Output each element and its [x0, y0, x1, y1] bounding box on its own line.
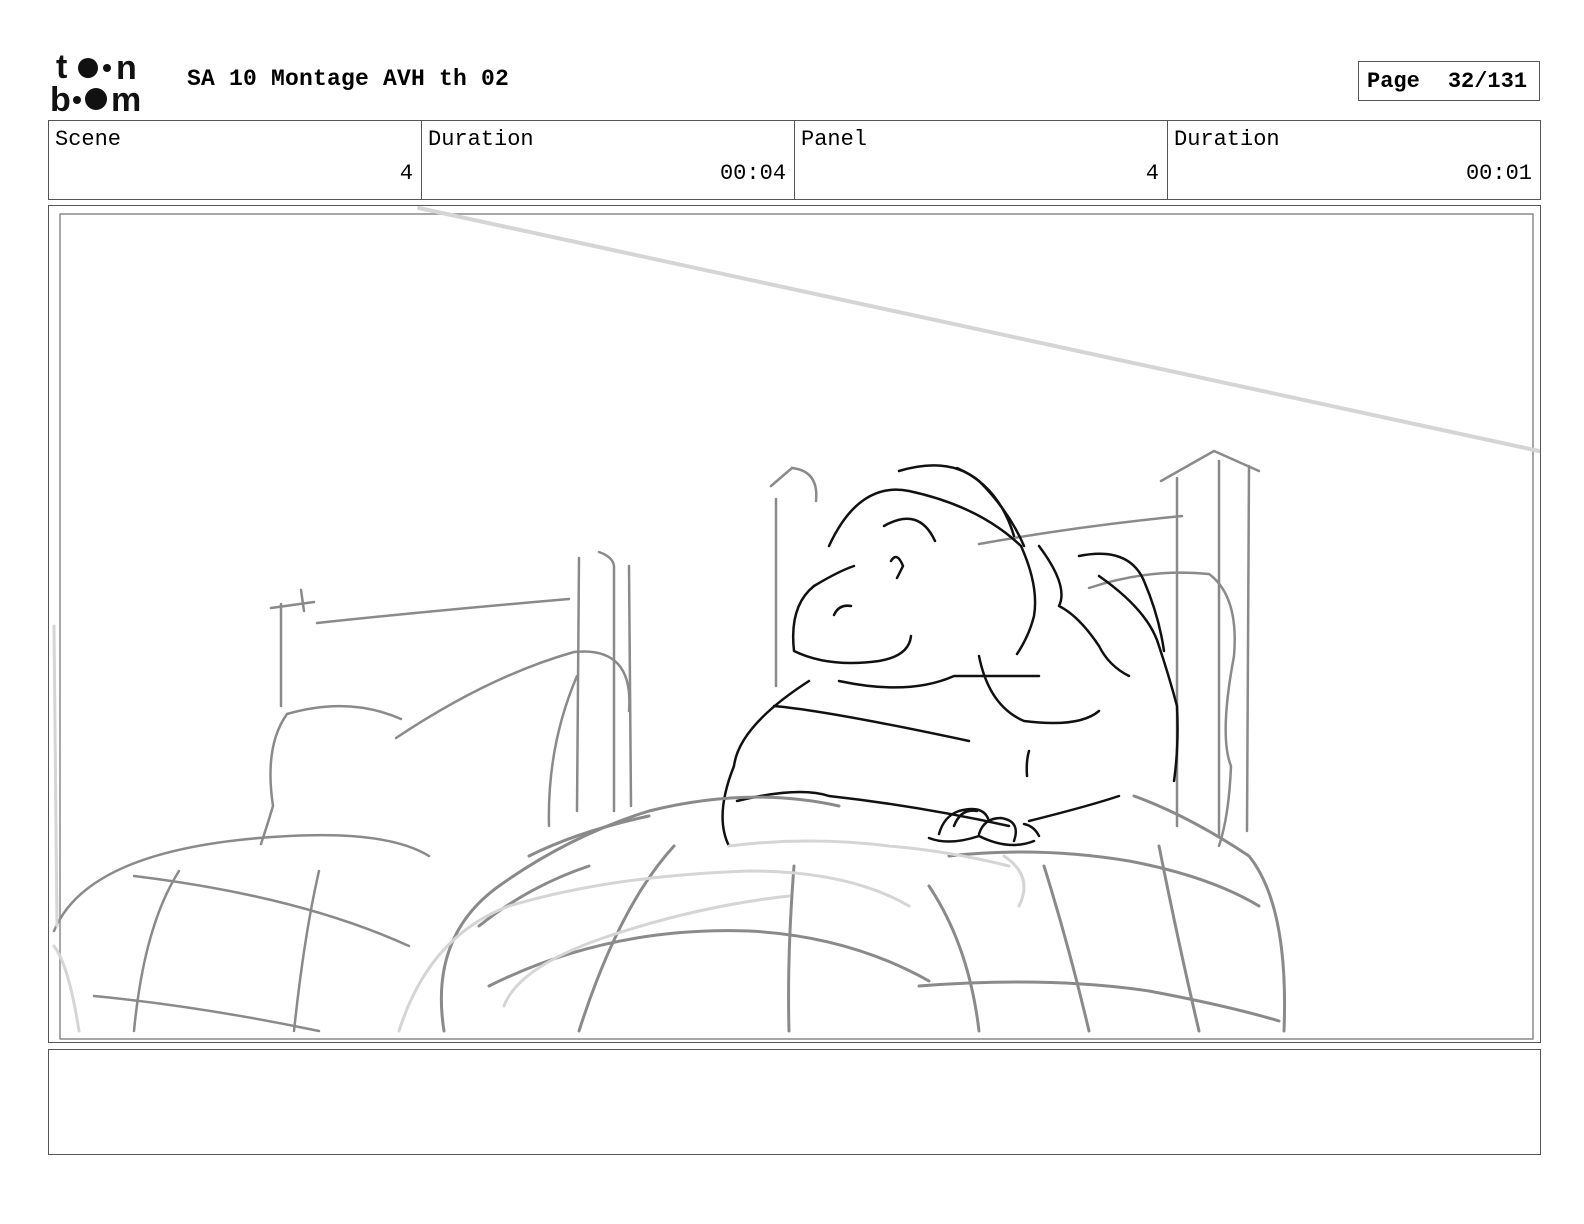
panel-duration-caption: Duration — [1174, 127, 1280, 152]
scene-duration-cell: Duration 00:04 — [422, 121, 795, 199]
document-title: SA 10 Montage AVH th 02 — [187, 66, 510, 92]
panel-caption: Panel — [801, 127, 868, 152]
page-label: Page — [1367, 68, 1420, 94]
page-number: 32/131 — [1447, 68, 1528, 94]
svg-text:b: b — [50, 81, 71, 114]
storyboard-sketch-icon — [52, 206, 1540, 1040]
panel-duration-value: 00:01 — [1465, 161, 1532, 186]
scene-cell: Scene 4 — [49, 121, 422, 199]
scene-value: 4 — [399, 161, 413, 186]
notes-area — [48, 1049, 1541, 1155]
scene-duration-caption: Duration — [428, 127, 534, 152]
storyboard-panel — [48, 205, 1541, 1043]
scene-caption: Scene — [55, 127, 122, 152]
svg-text:m: m — [111, 81, 141, 114]
panel-cell: Panel 4 — [795, 121, 1168, 199]
scene-info-table: Scene 4 Duration 00:04 Panel 4 Duration … — [48, 120, 1541, 200]
panel-duration-cell: Duration 00:01 — [1168, 121, 1540, 199]
scene-duration-value: 00:04 — [719, 161, 786, 186]
panel-value: 4 — [1145, 161, 1159, 186]
toon-boom-logo-icon: t n b m — [50, 50, 166, 114]
page-indicator: Page 32/131 — [1358, 61, 1540, 101]
